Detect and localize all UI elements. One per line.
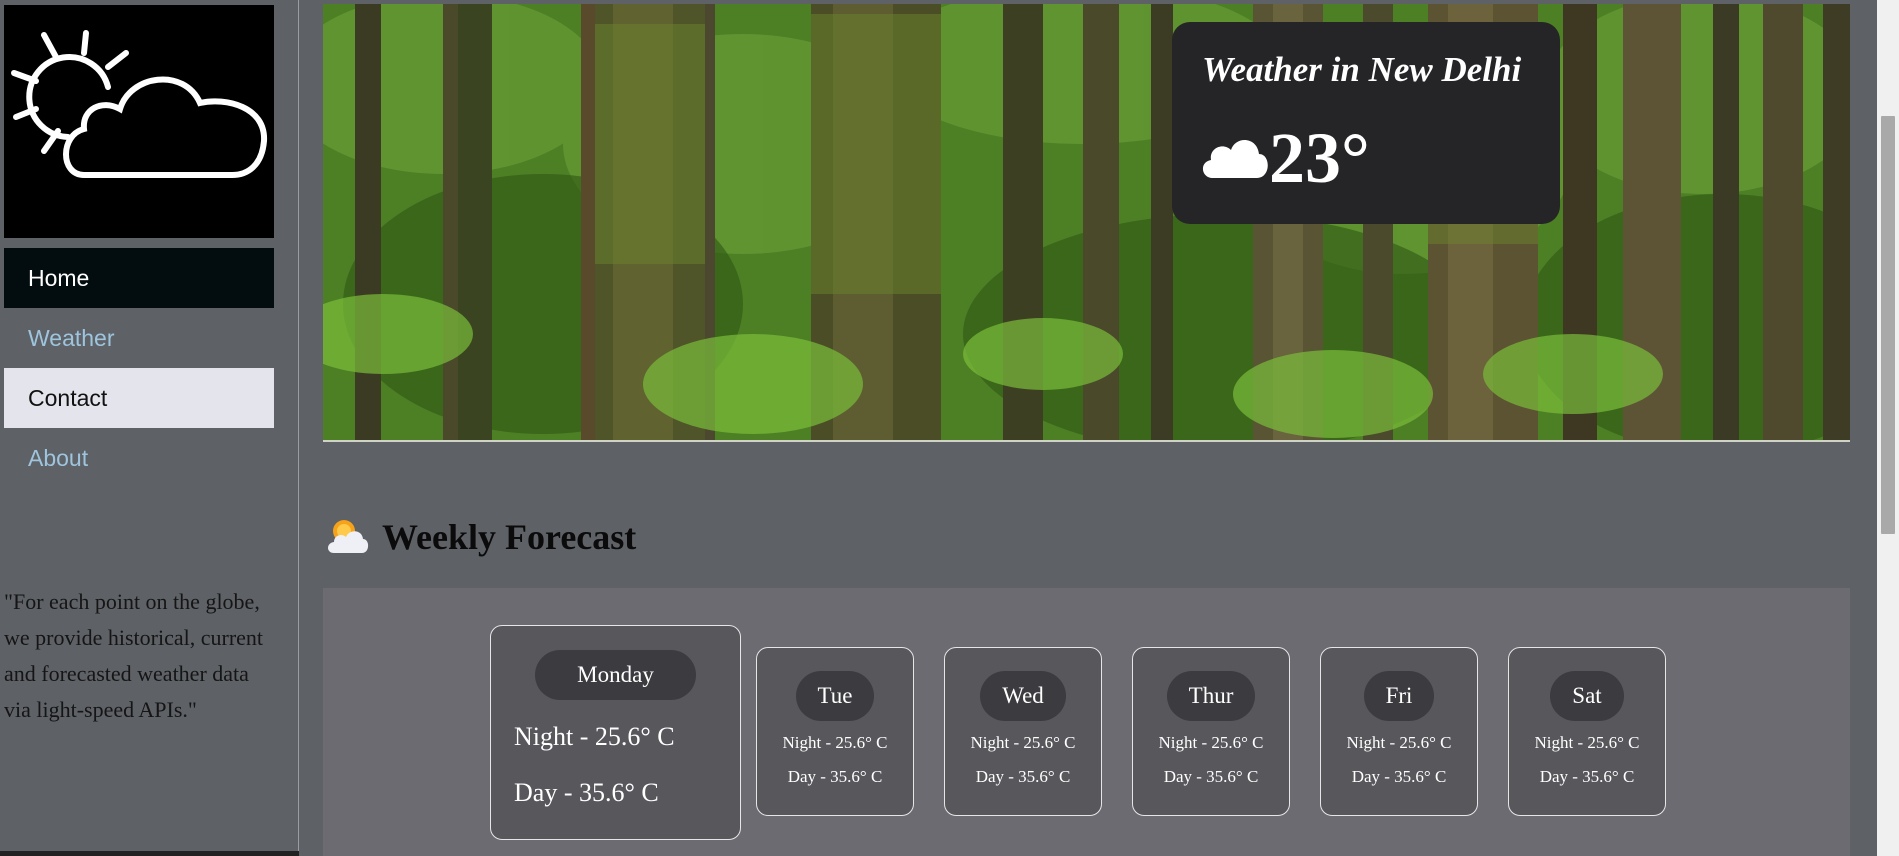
sun-behind-cloud-icon — [328, 520, 369, 553]
forecast-card-sat[interactable]: Sat Night - 25.6° C Day - 35.6° C — [1508, 647, 1666, 816]
day-label: Thur — [1166, 671, 1256, 721]
logo[interactable] — [4, 5, 274, 238]
day-label: Monday — [535, 650, 696, 700]
weekly-forecast-title: Weekly Forecast — [382, 517, 637, 557]
forecast-card-thur[interactable]: Thur Night - 25.6° C Day - 35.6° C — [1132, 647, 1290, 816]
nav-item-label: Weather — [28, 324, 115, 351]
nav-item-weather[interactable]: Weather — [4, 308, 274, 368]
night-temp: Night - 25.6° C — [514, 722, 675, 751]
current-temp-row: 23° — [1199, 122, 1370, 194]
forecast-card-tue[interactable]: Tue Night - 25.6° C Day - 35.6° C — [756, 647, 914, 816]
tagline-quote: "For each point on the globe, we provide… — [4, 589, 264, 722]
night-temp: Night - 25.6° C — [970, 733, 1076, 752]
forecast-card-monday[interactable]: Monday Night - 25.6° C Day - 35.6° C — [490, 625, 741, 840]
forecast-card-wed[interactable]: Wed Night - 25.6° C Day - 35.6° C — [944, 647, 1102, 816]
day-temp: Day - 35.6° C — [787, 767, 883, 786]
scrollbar-thumb[interactable] — [1881, 116, 1895, 534]
night-temp: Night - 25.6° C — [782, 733, 888, 752]
current-temperature: 23° — [1269, 118, 1370, 198]
day-label: Tue — [795, 671, 875, 721]
nav-item-label: About — [28, 444, 89, 471]
day-temp: Day - 35.6° C — [514, 778, 659, 807]
main-nav: Home Weather Contact About — [4, 248, 274, 488]
hero-banner: Weather in New Delhi 23° — [323, 4, 1850, 442]
vertical-scrollbar[interactable] — [1877, 0, 1899, 856]
day-temp: Day - 35.6° C — [1163, 767, 1259, 786]
sidebar-bottom-bar — [0, 851, 299, 856]
nav-item-label: Home — [28, 264, 90, 291]
day-temp: Day - 35.6° C — [1539, 767, 1635, 786]
night-temp: Night - 25.6° C — [1346, 733, 1452, 752]
forecast-card-fri[interactable]: Fri Night - 25.6° C Day - 35.6° C — [1320, 647, 1478, 816]
day-temp: Day - 35.6° C — [1351, 767, 1447, 786]
nav-item-home[interactable]: Home — [4, 248, 274, 308]
nav-item-about[interactable]: About — [4, 428, 274, 488]
day-label: Wed — [980, 671, 1066, 721]
weekly-forecast-heading: Weekly Forecast — [326, 515, 636, 559]
current-weather-card: Weather in New Delhi 23° — [1172, 22, 1560, 224]
partly-cloudy-outline-icon — [11, 30, 268, 178]
nav-item-label: Contact — [28, 384, 108, 411]
sidebar: Home Weather Contact About "For each poi… — [0, 0, 299, 856]
night-temp: Night - 25.6° C — [1534, 733, 1640, 752]
forecast-panel: Monday Night - 25.6° C Day - 35.6° C Tue… — [323, 588, 1850, 856]
day-temp: Day - 35.6° C — [975, 767, 1071, 786]
cloud-icon — [1202, 139, 1268, 178]
forest-background-image — [323, 4, 1850, 440]
day-label: Sat — [1550, 671, 1624, 721]
weather-location-title: Weather in New Delhi — [1202, 50, 1522, 89]
day-label: Fri — [1363, 671, 1435, 721]
nav-item-contact[interactable]: Contact — [4, 368, 274, 428]
night-temp: Night - 25.6° C — [1158, 733, 1264, 752]
